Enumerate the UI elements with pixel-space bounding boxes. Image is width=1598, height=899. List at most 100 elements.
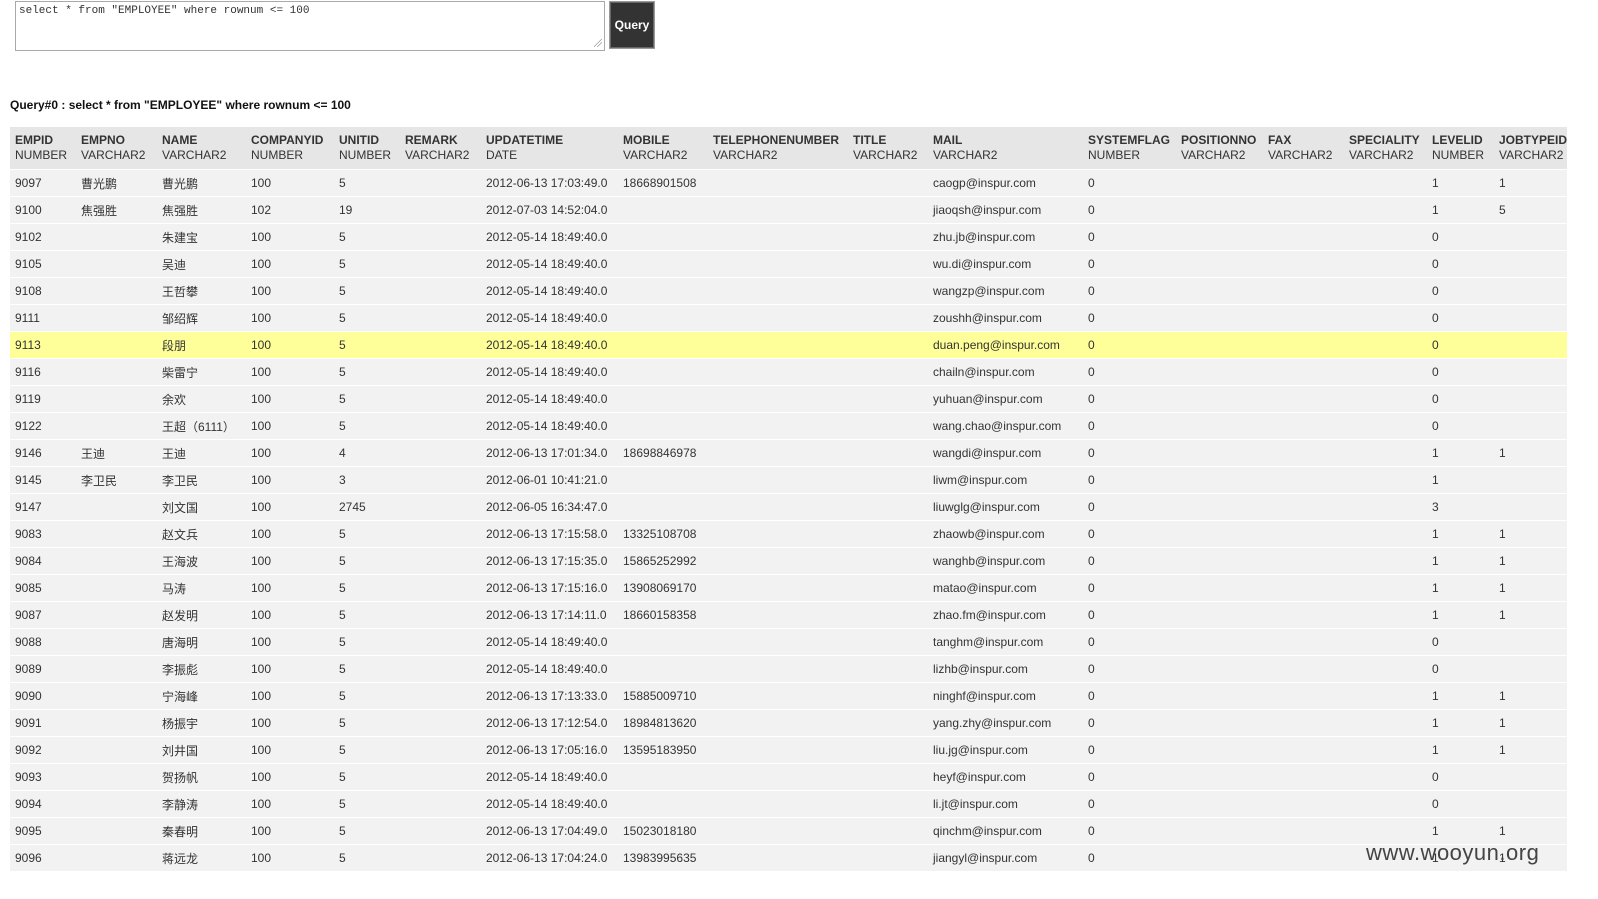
- column-header-title: TITLE VARCHAR2: [848, 127, 928, 170]
- table-row[interactable]: 9090 宁海峰 100 5 2012-06-13 17:13:33.0 15885009…: [10, 682, 1568, 710]
- cell-levelid: 0: [1427, 277, 1494, 305]
- table-row[interactable]: 9095 秦春明 100 5 2012-06-13 17:04:49.0 15023018…: [10, 817, 1568, 845]
- table-row[interactable]: 9093 贺扬帆 100 5 2012-05-14 18:49:40.0 heyf@ins…: [10, 763, 1568, 791]
- query-button[interactable]: Query: [609, 1, 655, 49]
- cell-empid: 9146: [10, 439, 76, 467]
- cell-levelid: 0: [1427, 628, 1494, 656]
- cell-jobtypeid: [1494, 655, 1568, 683]
- column-header-fax: FAX VARCHAR2: [1263, 127, 1344, 170]
- table-row[interactable]: 9094 李静涛 100 5 2012-05-14 18:49:40.0 li.jt@in…: [10, 790, 1568, 818]
- cell-companyid: 100: [246, 601, 334, 629]
- table-row[interactable]: 9084 王海波 100 5 2012-06-13 17:15:35.0 15865252…: [10, 547, 1568, 575]
- cell-name: 曹光鹏: [157, 169, 246, 197]
- cell-name: 杨振宇: [157, 709, 246, 737]
- cell-title: [848, 493, 928, 521]
- cell-speciality: [1344, 520, 1427, 548]
- column-name: UNITID: [339, 133, 379, 147]
- cell-systemflag: 0: [1083, 466, 1176, 494]
- table-row[interactable]: 9091 杨振宇 100 5 2012-06-13 17:12:54.0 18984813…: [10, 709, 1568, 737]
- cell-unitid: 5: [334, 682, 400, 710]
- table-row[interactable]: 9116 柴雷宁 100 5 2012-05-14 18:49:40.0 chailn@i…: [10, 358, 1568, 386]
- cell-updatetime: 2012-06-13 17:12:54.0: [481, 709, 618, 737]
- cell-mobile: [618, 790, 708, 818]
- table-row[interactable]: 9088 唐海明 100 5 2012-05-14 18:49:40.0 tanghm@i…: [10, 628, 1568, 656]
- table-row[interactable]: 9096 蒋远龙 100 5 2012-06-13 17:04:24.0 13983995…: [10, 844, 1568, 872]
- table-row[interactable]: 9100 焦强胜 焦强胜 102 19 2012-07-03 14:52:04.0 jiao…: [10, 196, 1568, 224]
- cell-mail: jiaoqsh@inspur.com: [928, 196, 1083, 224]
- cell-systemflag: 0: [1083, 331, 1176, 359]
- cell-levelid: 0: [1427, 250, 1494, 278]
- cell-remark: [400, 466, 481, 494]
- cell-name: 刘文国: [157, 493, 246, 521]
- cell-positionno: [1176, 250, 1263, 278]
- cell-jobtypeid: 1: [1494, 574, 1568, 602]
- cell-systemflag: 0: [1083, 763, 1176, 791]
- cell-unitid: 5: [334, 169, 400, 197]
- table-row[interactable]: 9146 王迪 王迪 100 4 2012-06-13 17:01:34.0 1869884…: [10, 439, 1568, 467]
- cell-telephonenumber: [708, 817, 848, 845]
- cell-mobile: [618, 493, 708, 521]
- table-row[interactable]: 9122 王超（6111） 100 5 2012-05-14 18:49:40.0 wan…: [10, 412, 1568, 440]
- table-row[interactable]: 9111 邹绍辉 100 5 2012-05-14 18:49:40.0 zoushh@i…: [10, 304, 1568, 332]
- table-row[interactable]: 9147 刘文国 100 2745 2012-06-05 16:34:47.0 liuwg…: [10, 493, 1568, 521]
- cell-title: [848, 331, 928, 359]
- cell-remark: [400, 196, 481, 224]
- table-row[interactable]: 9105 吴迪 100 5 2012-05-14 18:49:40.0 wu.di@ins…: [10, 250, 1568, 278]
- cell-mail: heyf@inspur.com: [928, 763, 1083, 791]
- cell-mobile: 13595183950: [618, 736, 708, 764]
- cell-mail: wu.di@inspur.com: [928, 250, 1083, 278]
- cell-levelid: 1: [1427, 520, 1494, 548]
- table-row[interactable]: 9102 朱建宝 100 5 2012-05-14 18:49:40.0 zhu.jb@i…: [10, 223, 1568, 251]
- cell-title: [848, 169, 928, 197]
- table-row[interactable]: 9108 王哲攀 100 5 2012-05-14 18:49:40.0 wangzp@i…: [10, 277, 1568, 305]
- cell-empno: [76, 304, 157, 332]
- cell-companyid: 100: [246, 790, 334, 818]
- cell-mail: li.jt@inspur.com: [928, 790, 1083, 818]
- table-row[interactable]: 9085 马涛 100 5 2012-06-13 17:15:16.0 139080691…: [10, 574, 1568, 602]
- table-row[interactable]: 9119 余欢 100 5 2012-05-14 18:49:40.0 yuhuan@in…: [10, 385, 1568, 413]
- cell-unitid: 5: [334, 385, 400, 413]
- column-header-companyid: COMPANYID NUMBER: [246, 127, 334, 170]
- cell-mobile: 13983995635: [618, 844, 708, 872]
- cell-levelid: 1: [1427, 574, 1494, 602]
- cell-positionno: [1176, 682, 1263, 710]
- cell-mail: liwm@inspur.com: [928, 466, 1083, 494]
- cell-fax: [1263, 628, 1344, 656]
- cell-speciality: [1344, 331, 1427, 359]
- cell-fax: [1263, 736, 1344, 764]
- cell-empid: 9091: [10, 709, 76, 737]
- cell-positionno: [1176, 223, 1263, 251]
- cell-systemflag: 0: [1083, 682, 1176, 710]
- cell-systemflag: 0: [1083, 520, 1176, 548]
- column-name: NAME: [162, 133, 198, 147]
- table-row[interactable]: 9092 刘井国 100 5 2012-06-13 17:05:16.0 13595183…: [10, 736, 1568, 764]
- table-row[interactable]: 9113 段朋 100 5 2012-05-14 18:49:40.0 duan.peng…: [10, 331, 1568, 359]
- cell-fax: [1263, 574, 1344, 602]
- cell-updatetime: 2012-05-14 18:49:40.0: [481, 628, 618, 656]
- cell-unitid: 19: [334, 196, 400, 224]
- table-row[interactable]: 9087 赵发明 100 5 2012-06-13 17:14:11.0 18660158…: [10, 601, 1568, 629]
- cell-name: 王海波: [157, 547, 246, 575]
- textarea-resize-handle[interactable]: [594, 39, 602, 47]
- cell-jobtypeid: [1494, 763, 1568, 791]
- table-row[interactable]: 9097 曹光鹏 曹光鹏 100 5 2012-06-13 17:03:49.0 18668…: [10, 169, 1568, 197]
- table-header-row: EMPID NUMBER EMPNO VARCHAR2 NAME VARCHAR2 COMP…: [10, 127, 1568, 170]
- table-row[interactable]: 9145 李卫民 李卫民 100 3 2012-06-01 10:41:21.0 liwm@…: [10, 466, 1568, 494]
- cell-speciality: [1344, 601, 1427, 629]
- cell-empid: 9111: [10, 304, 76, 332]
- cell-unitid: 5: [334, 763, 400, 791]
- cell-remark: [400, 439, 481, 467]
- cell-remark: [400, 304, 481, 332]
- table-row[interactable]: 9089 李振彪 100 5 2012-05-14 18:49:40.0 lizhb@in…: [10, 655, 1568, 683]
- cell-fax: [1263, 601, 1344, 629]
- cell-empno: 焦强胜: [76, 196, 157, 224]
- cell-telephonenumber: [708, 250, 848, 278]
- cell-companyid: 100: [246, 412, 334, 440]
- cell-empid: 9095: [10, 817, 76, 845]
- cell-companyid: 100: [246, 466, 334, 494]
- sql-query-input[interactable]: select * from "EMPLOYEE" where rownum <=…: [15, 1, 605, 51]
- table-row[interactable]: 9083 赵文兵 100 5 2012-06-13 17:15:58.0 13325108…: [10, 520, 1568, 548]
- cell-mobile: [618, 655, 708, 683]
- cell-systemflag: 0: [1083, 385, 1176, 413]
- cell-positionno: [1176, 196, 1263, 224]
